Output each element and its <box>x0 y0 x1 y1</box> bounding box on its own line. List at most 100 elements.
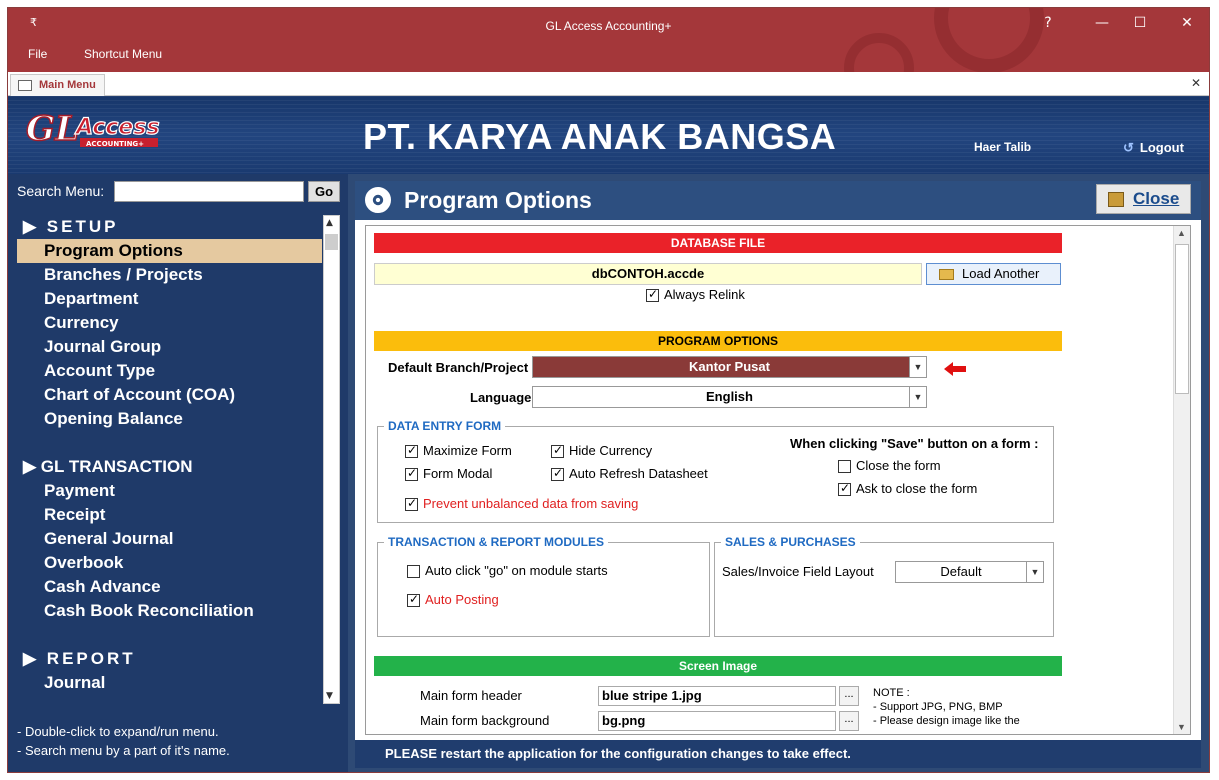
menu-spacer <box>17 431 322 455</box>
hint-line: - Search menu by a part of it's name. <box>17 743 230 758</box>
load-another-button[interactable]: Load Another <box>926 263 1061 285</box>
page-title: Program Options <box>404 187 592 213</box>
browse-header-button[interactable]: ... <box>839 686 859 706</box>
sidebar-item[interactable]: Journal Group <box>17 335 322 359</box>
menu-file[interactable]: File <box>28 47 47 61</box>
sidebar-item[interactable]: Overbook <box>17 551 322 575</box>
sidebar-item[interactable]: Chart of Account (COA) <box>17 383 322 407</box>
sidebar-item[interactable]: Opening Balance <box>17 407 322 431</box>
field-layout-label: Sales/Invoice Field Layout <box>722 564 874 579</box>
main-form-bg-input[interactable]: bg.png <box>598 711 836 731</box>
form-icon <box>18 80 32 91</box>
minimize-button[interactable]: — <box>1087 15 1117 31</box>
sidebar-menu: ▶ SETUP Program Options Branches / Project… <box>17 215 322 704</box>
window-title: GL Access Accounting+ <box>545 19 672 33</box>
group-legend: SALES & PURCHASES <box>721 535 860 549</box>
chevron-down-icon[interactable]: ▼ <box>909 357 926 377</box>
prevent-unbalanced-checkbox[interactable]: Prevent unbalanced data from saving <box>405 496 638 512</box>
default-branch-label: Default Branch/Project <box>388 360 529 375</box>
maximize-form-checkbox[interactable]: Maximize Form <box>405 443 512 459</box>
sidebar-section[interactable]: ▶ SETUP <box>17 215 322 239</box>
group-legend: DATA ENTRY FORM <box>384 419 506 433</box>
app-header: GL Access ACCOUNTING+ PT. KARYA ANAK BAN… <box>8 96 1209 174</box>
close-window-button[interactable]: ✕ <box>1172 15 1202 31</box>
sidebar-item[interactable]: Payment <box>17 479 322 503</box>
sidebar-item[interactable]: Cash Book Reconciliation <box>17 599 322 623</box>
help-button[interactable]: ? <box>1033 15 1063 31</box>
chevron-down-icon[interactable]: ▼ <box>909 387 926 407</box>
program-options-form: Program Options Close DATABASE FILE dbCO… <box>355 181 1201 747</box>
form-modal-checkbox[interactable]: Form Modal <box>405 466 492 482</box>
auto-click-go-checkbox[interactable]: Auto click "go" on module starts <box>407 563 608 579</box>
default-branch-select[interactable]: Kantor Pusat ▼ <box>532 356 927 378</box>
scroll-down-icon[interactable]: ▼ <box>326 691 333 701</box>
title-bar: ₹ GL Access Accounting+ ? — ☐ ✕ File Sho… <box>8 8 1209 72</box>
hide-currency-checkbox[interactable]: Hide Currency <box>551 443 652 459</box>
content-scrollbar[interactable]: ▲ ▼ <box>1173 226 1190 734</box>
door-exit-icon <box>1108 192 1124 207</box>
sidebar-section[interactable]: ▶ REPORT <box>17 647 322 671</box>
svg-text:GL: GL <box>26 109 79 149</box>
transaction-modules-group: TRANSACTION & REPORT MODULES Auto click … <box>377 535 710 637</box>
maximize-button[interactable]: ☐ <box>1125 15 1155 31</box>
scroll-down-icon[interactable]: ▼ <box>1177 722 1186 732</box>
language-select[interactable]: English ▼ <box>532 386 927 408</box>
always-relink-checkbox[interactable]: Always Relink <box>646 287 745 303</box>
sidebar-scrollbar[interactable]: ▲ ▼ <box>323 215 340 704</box>
main-form-bg-label: Main form background <box>420 713 550 728</box>
auto-posting-checkbox[interactable]: Auto Posting <box>407 592 499 608</box>
sidebar-item[interactable]: General Journal <box>17 527 322 551</box>
note-text: NOTE : - Support JPG, PNG, BMP - Please … <box>873 687 1020 727</box>
data-entry-form-group: DATA ENTRY FORM Maximize Form Form Modal… <box>377 419 1054 523</box>
sidebar-item[interactable]: Department <box>17 287 322 311</box>
sidebar-item[interactable]: Journal <box>17 671 322 695</box>
logout-link[interactable]: ↺ Logout <box>1123 140 1184 156</box>
options-content: DATABASE FILE dbCONTOH.accde Load Anothe… <box>365 225 1191 735</box>
scroll-up-icon[interactable]: ▲ <box>1177 228 1186 238</box>
sidebar-section[interactable]: ▶ GL TRANSACTION <box>17 455 322 479</box>
restart-notice: PLEASE restart the application for the c… <box>355 740 1201 768</box>
field-layout-select[interactable]: Default ▼ <box>895 561 1044 583</box>
company-name: PT. KARYA ANAK BANGSA <box>363 116 837 157</box>
screen-image-header: Screen Image <box>374 656 1062 676</box>
save-behavior-heading: When clicking "Save" button on a form : <box>790 436 1039 451</box>
menu-shortcut[interactable]: Shortcut Menu <box>84 47 162 61</box>
language-label: Language <box>470 390 532 405</box>
sidebar-item[interactable]: Cash Advance <box>17 575 322 599</box>
sidebar-item[interactable]: Branches / Projects <box>17 263 322 287</box>
tab-main-menu[interactable]: Main Menu <box>10 74 105 96</box>
sales-purchases-group: SALES & PURCHASES Sales/Invoice Field La… <box>714 535 1054 637</box>
search-menu-label: Search Menu: <box>17 183 105 199</box>
svg-text:Access: Access <box>74 115 160 140</box>
ask-close-checkbox[interactable]: Ask to close the form <box>838 481 977 497</box>
search-menu-input[interactable] <box>114 181 304 202</box>
browse-bg-button[interactable]: ... <box>839 711 859 731</box>
close-form-button[interactable]: Close <box>1096 184 1191 214</box>
auto-refresh-checkbox[interactable]: Auto Refresh Datasheet <box>551 466 708 482</box>
scroll-thumb[interactable] <box>1175 244 1189 394</box>
sidebar-item[interactable]: Program Options <box>17 239 322 263</box>
hint-line: - Double-click to expand/run menu. <box>17 724 219 739</box>
chevron-down-icon[interactable]: ▼ <box>1026 562 1043 582</box>
sidebar-item[interactable]: Receipt <box>17 503 322 527</box>
main-form-header-label: Main form header <box>420 688 522 703</box>
close-form-checkbox[interactable]: Close the form <box>838 458 941 474</box>
app-window: ₹ GL Access Accounting+ ? — ☐ ✕ File Sho… <box>7 7 1210 773</box>
go-button[interactable]: Go <box>308 181 340 202</box>
program-options-header: PROGRAM OPTIONS <box>374 331 1062 351</box>
sidebar-item[interactable]: Currency <box>17 311 322 335</box>
group-legend: TRANSACTION & REPORT MODULES <box>384 535 608 549</box>
menu-bar: File Shortcut Menu <box>8 44 1209 70</box>
sidebar-hints: - Double-click to expand/run menu. - Sea… <box>17 722 230 760</box>
close-tab-button[interactable]: ✕ <box>1191 76 1201 90</box>
scroll-thumb[interactable] <box>325 234 338 250</box>
glaccess-logo: GL Access ACCOUNTING+ <box>25 108 160 150</box>
main-form-header-input[interactable]: blue stripe 1.jpg <box>598 686 836 706</box>
form-title-bar: Program Options Close <box>355 181 1201 220</box>
red-arrow-icon <box>944 362 966 376</box>
sidebar: Search Menu: Go ▶ SETUP Program Options Br… <box>8 174 348 772</box>
scroll-up-icon[interactable]: ▲ <box>326 218 333 228</box>
sidebar-item[interactable]: Account Type <box>17 359 322 383</box>
logout-icon: ↺ <box>1123 140 1134 155</box>
menu-spacer <box>17 623 322 647</box>
